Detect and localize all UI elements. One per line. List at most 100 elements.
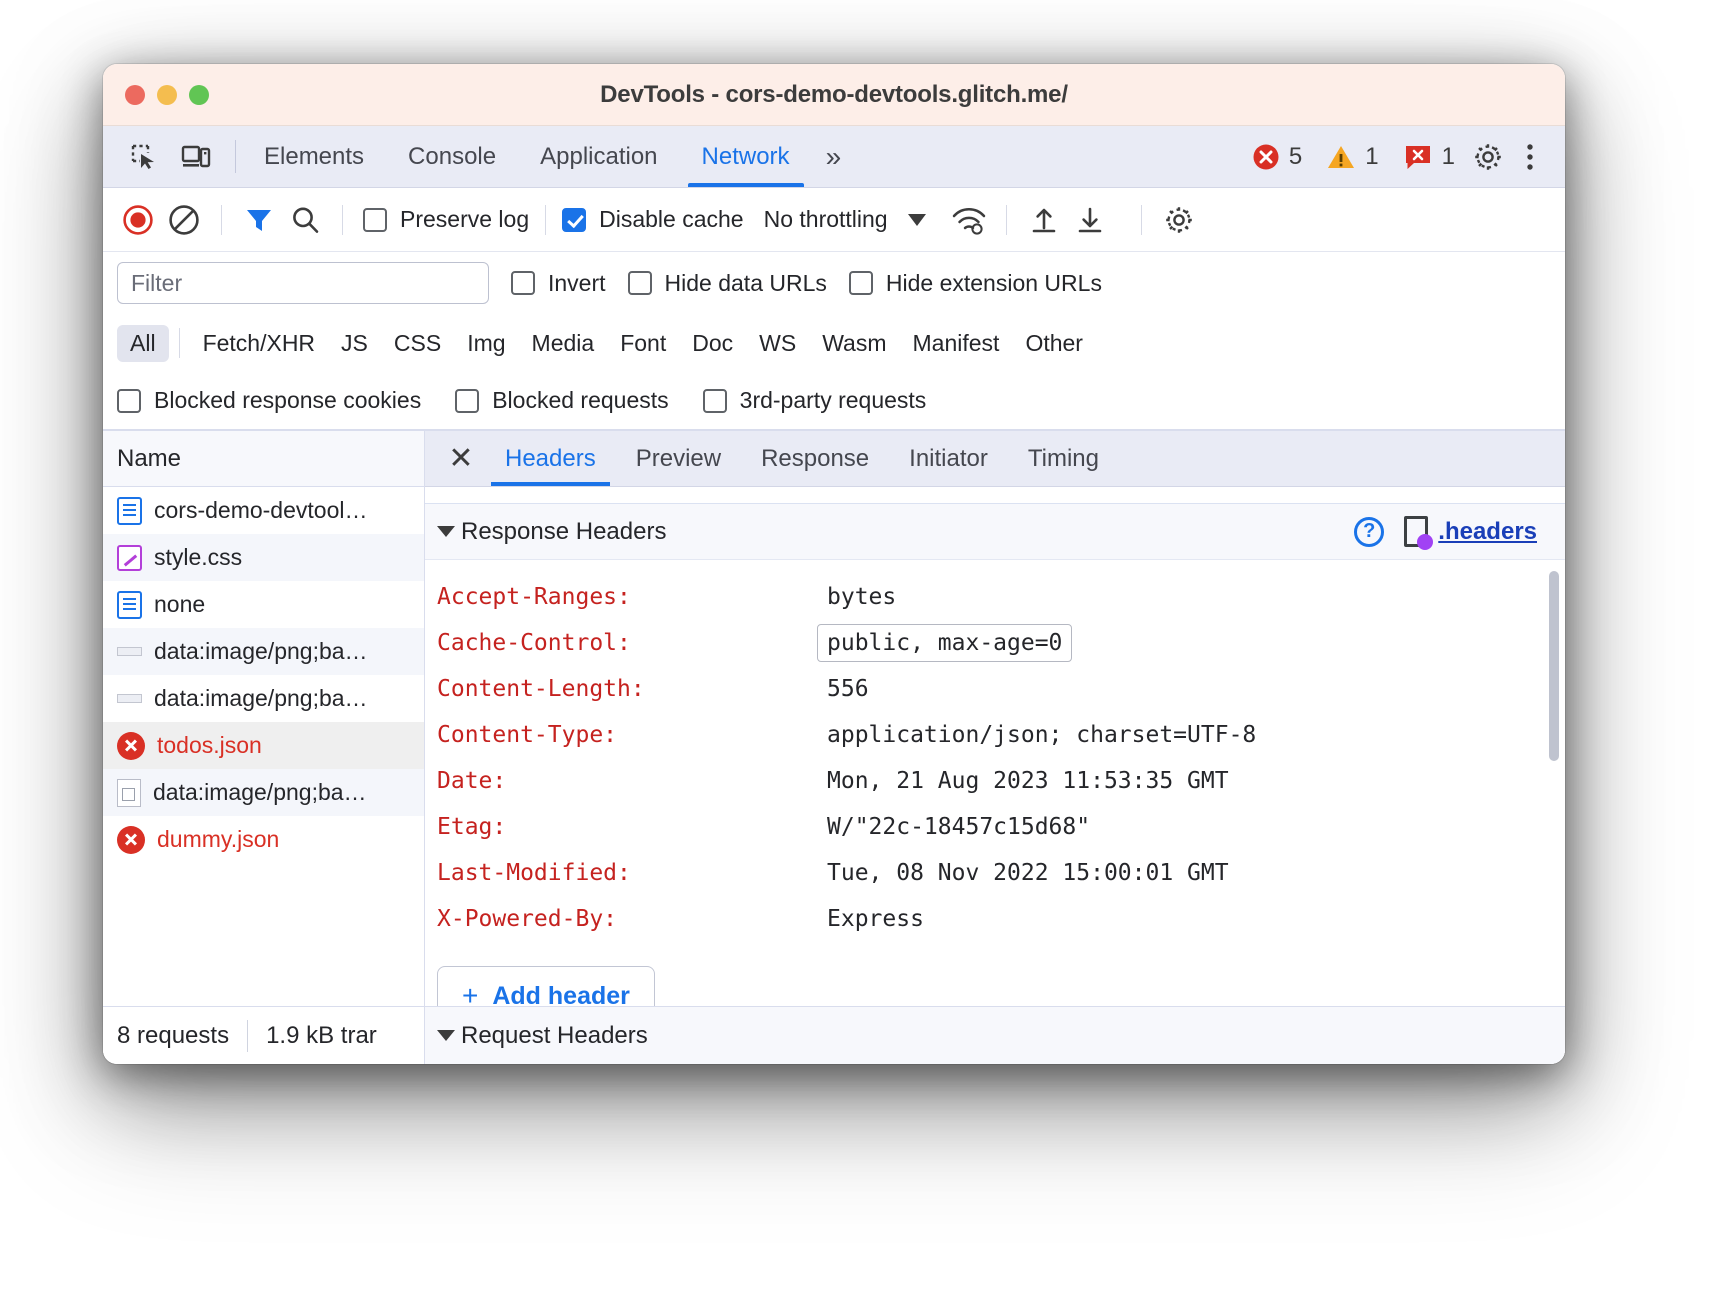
request-count-label: 8 requests [117, 1022, 229, 1050]
table-row[interactable]: data:image/png;ba… [103, 628, 424, 675]
type-filter-doc[interactable]: Doc [679, 325, 746, 362]
error-icon [117, 826, 145, 854]
gear-icon[interactable] [1469, 138, 1507, 176]
warning-counter[interactable]: 1 [1316, 143, 1388, 171]
toolbar-divider-3 [545, 205, 546, 235]
close-window-button[interactable] [125, 85, 145, 105]
headers-file-link: .headers [1438, 518, 1537, 546]
type-filter-manifest[interactable]: Manifest [900, 325, 1013, 362]
error-counter[interactable]: 5 [1242, 143, 1312, 171]
header-value-editable[interactable]: public, max-age=0 [817, 624, 1072, 662]
throttling-dropdown[interactable]: No throttling [764, 206, 926, 233]
request-headers-section-header[interactable]: Request Headers [425, 1006, 1565, 1064]
more-tabs-icon[interactable]: » [812, 126, 856, 187]
header-value[interactable]: Tue, 08 Nov 2022 15:00:01 GMT [827, 860, 1229, 886]
response-headers-title: Response Headers [461, 518, 666, 546]
tab-preview[interactable]: Preview [616, 431, 741, 486]
network-settings-gear-icon[interactable] [1158, 199, 1200, 241]
table-row[interactable]: cors-demo-devtool… [103, 487, 424, 534]
export-har-icon[interactable] [1069, 199, 1111, 241]
tab-initiator[interactable]: Initiator [889, 431, 1008, 486]
issues-counter[interactable]: 1 [1393, 143, 1465, 171]
header-row: Etag: W/"22c-18457c15d68" [425, 804, 1565, 850]
type-filter-media[interactable]: Media [519, 325, 608, 362]
header-value[interactable]: bytes [827, 584, 896, 610]
network-conditions-icon[interactable] [948, 199, 990, 241]
headers-content: Response Headers ? .headers Accept-Range… [425, 487, 1565, 1064]
toolbar-divider-2 [342, 205, 343, 235]
tab-elements[interactable]: Elements [242, 126, 386, 187]
minimize-window-button[interactable] [157, 85, 177, 105]
tab-network[interactable]: Network [680, 126, 812, 187]
network-body: Name cors-demo-devtool… style.css none [103, 430, 1565, 1064]
section-header-actions: ? .headers [1354, 516, 1537, 547]
type-filter-css[interactable]: CSS [381, 325, 454, 362]
scrollbar-thumb[interactable] [1549, 571, 1559, 761]
header-value[interactable]: Express [827, 906, 924, 932]
headers-override-file[interactable]: .headers [1404, 516, 1537, 547]
request-name: data:image/png;ba… [154, 685, 368, 712]
inspect-element-icon[interactable] [125, 138, 163, 176]
close-icon[interactable]: ✕ [437, 431, 485, 486]
request-list-column-header[interactable]: Name [103, 431, 424, 487]
blocked-requests-checkbox[interactable]: Blocked requests [455, 387, 668, 414]
table-row[interactable]: todos.json [103, 722, 424, 769]
tab-headers-label: Headers [505, 445, 596, 473]
tab-timing[interactable]: Timing [1008, 431, 1119, 486]
header-row: Content-Type: application/json; charset=… [425, 712, 1565, 758]
help-icon[interactable]: ? [1354, 517, 1384, 547]
header-value[interactable]: W/"22c-18457c15d68" [827, 814, 1090, 840]
table-row[interactable]: style.css [103, 534, 424, 581]
tab-headers[interactable]: Headers [485, 431, 616, 486]
type-filter-wasm[interactable]: Wasm [809, 325, 899, 362]
response-headers-section-header[interactable]: Response Headers ? .headers [425, 504, 1565, 560]
import-har-icon[interactable] [1023, 199, 1065, 241]
table-row[interactable]: none [103, 581, 424, 628]
third-party-requests-checkbox[interactable]: 3rd-party requests [703, 387, 927, 414]
collapse-triangle-icon [437, 1030, 455, 1041]
preserve-log-checkbox[interactable]: Preserve log [363, 206, 529, 233]
hide-extension-urls-checkbox[interactable]: Hide extension URLs [849, 270, 1102, 297]
invert-checkbox[interactable]: Invert [511, 270, 606, 297]
tab-console[interactable]: Console [386, 126, 518, 187]
type-filter-other[interactable]: Other [1012, 325, 1096, 362]
device-toolbar-icon[interactable] [177, 138, 215, 176]
type-filter-font[interactable]: Font [607, 325, 679, 362]
type-filter-doc-label: Doc [692, 330, 733, 356]
type-filter-js[interactable]: JS [328, 325, 381, 362]
type-filter-all[interactable]: All [117, 325, 169, 362]
header-value[interactable]: application/json; charset=UTF-8 [827, 722, 1256, 748]
disable-cache-checkbox[interactable]: Disable cache [562, 206, 743, 233]
image-strip-icon [117, 694, 142, 703]
search-icon[interactable] [284, 199, 326, 241]
zoom-window-button[interactable] [189, 85, 209, 105]
filter-icon[interactable] [238, 199, 280, 241]
hide-extension-urls-box [849, 271, 873, 295]
header-name: Accept-Ranges: [437, 584, 827, 610]
tab-response[interactable]: Response [741, 431, 889, 486]
header-row: X-Powered-By: Express [425, 896, 1565, 942]
request-name: data:image/png;ba… [153, 779, 367, 806]
hide-data-urls-checkbox[interactable]: Hide data URLs [628, 270, 827, 297]
type-filter-fetch-xhr[interactable]: Fetch/XHR [190, 325, 328, 362]
issue-count-label: 1 [1442, 143, 1455, 171]
tab-initiator-label: Initiator [909, 445, 988, 473]
table-row[interactable]: data:image/png;ba… [103, 769, 424, 816]
blocked-response-cookies-checkbox[interactable]: Blocked response cookies [117, 387, 421, 414]
clear-button[interactable] [163, 199, 205, 241]
header-value[interactable]: 556 [827, 676, 869, 702]
table-row[interactable]: dummy.json [103, 816, 424, 863]
type-filter-ws[interactable]: WS [746, 325, 809, 362]
image-file-icon [117, 779, 141, 807]
record-button[interactable] [117, 199, 159, 241]
filter-input[interactable] [117, 262, 489, 304]
blocked-response-cookies-box [117, 389, 141, 413]
kebab-menu-icon[interactable] [1511, 138, 1549, 176]
window-titlebar: DevTools - cors-demo-devtools.glitch.me/ [103, 64, 1565, 126]
type-filter-img[interactable]: Img [454, 325, 518, 362]
filter-row: Invert Hide data URLs Hide extension URL… [103, 252, 1565, 314]
header-name: Date: [437, 768, 827, 794]
table-row[interactable]: data:image/png;ba… [103, 675, 424, 722]
tab-application[interactable]: Application [518, 126, 679, 187]
header-value[interactable]: Mon, 21 Aug 2023 11:53:35 GMT [827, 768, 1229, 794]
